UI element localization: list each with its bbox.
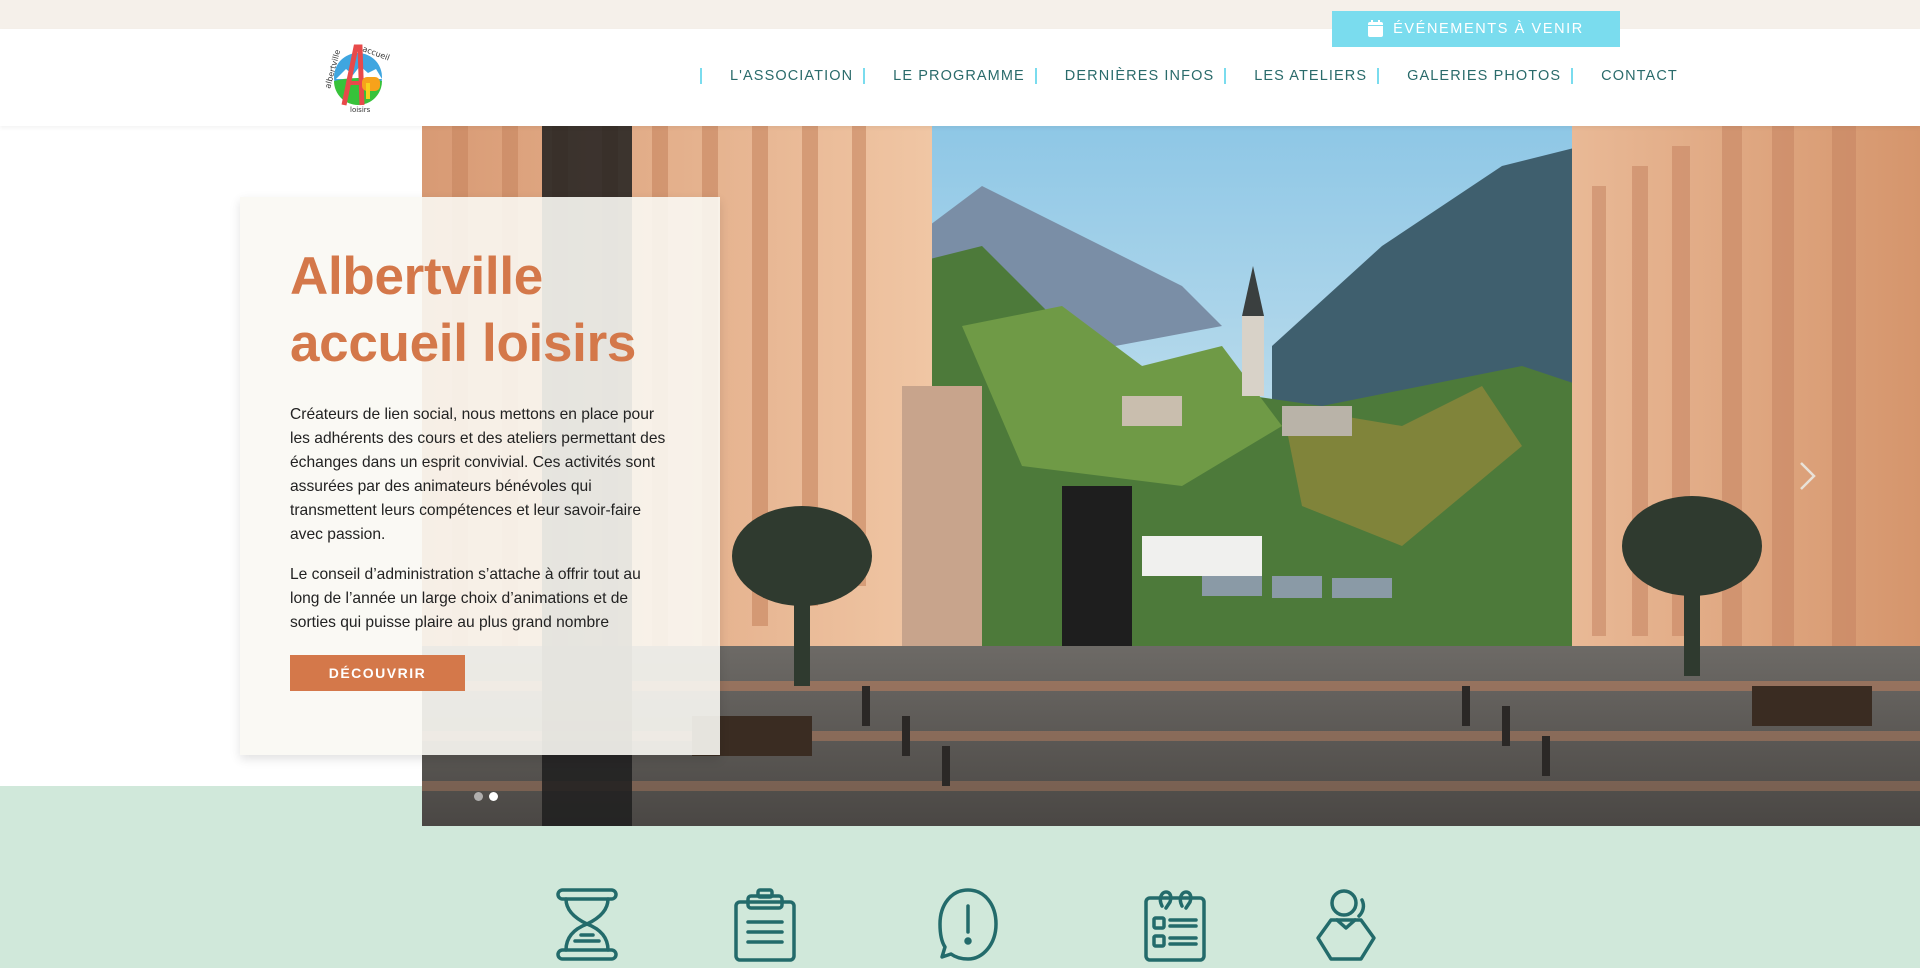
checklist-notepad-icon[interactable] <box>1144 888 1206 962</box>
main-nav: L'Association Le Programme Dernières inf… <box>700 62 1688 90</box>
nav-separator <box>700 68 702 84</box>
nav-item-ateliers[interactable]: Les Ateliers <box>1244 62 1377 90</box>
hero-title-line1: Albertville <box>290 247 543 306</box>
nav-item-programme[interactable]: Le Programme <box>883 62 1035 90</box>
nav-separator <box>1571 68 1574 84</box>
logo-graphic: accueil albertville loisirs <box>323 44 391 114</box>
hero-title: Albertville accueil loisirs <box>290 243 670 377</box>
nav-item-dernieres-infos[interactable]: Dernières infos <box>1055 62 1224 90</box>
hero-paragraph-1: Créateurs de lien social, nous mettons e… <box>290 406 666 543</box>
site-logo[interactable]: accueil albertville loisirs <box>320 39 392 115</box>
upcoming-events-button[interactable]: Événements à venir <box>1332 11 1620 47</box>
calendar-icon <box>1368 19 1384 37</box>
nav-separator <box>1224 68 1227 84</box>
top-bar <box>0 0 1920 29</box>
hero-paragraph-2: Le conseil d’administration s’attache à … <box>290 566 641 631</box>
upcoming-events-label: Événements à venir <box>1393 21 1584 37</box>
user-icon[interactable] <box>1315 888 1377 962</box>
nav-item-contact[interactable]: Contact <box>1591 62 1688 90</box>
features-icon-row <box>0 888 1920 968</box>
slider-dot-1[interactable] <box>474 792 483 801</box>
discover-button[interactable]: Découvrir <box>290 655 465 691</box>
speech-bubble-exclamation-icon[interactable] <box>937 888 999 962</box>
hero-title-line2: accueil loisirs <box>290 314 637 373</box>
slider-next-arrow[interactable] <box>1798 460 1818 492</box>
svg-text:loisirs: loisirs <box>350 106 371 114</box>
nav-separator <box>1034 68 1037 84</box>
hero-intro-card: Albertville accueil loisirs Créateurs de… <box>240 197 720 755</box>
slider-pagination <box>474 792 498 801</box>
clipboard-icon[interactable] <box>734 888 796 962</box>
nav-separator <box>863 68 866 84</box>
hourglass-icon[interactable] <box>556 888 618 962</box>
slider-dot-2[interactable] <box>489 792 498 801</box>
nav-item-galeries-photos[interactable]: Galeries photos <box>1397 62 1571 90</box>
chevron-right-icon <box>1800 462 1816 490</box>
nav-item-association[interactable]: L'Association <box>720 62 863 90</box>
nav-separator <box>1377 68 1380 84</box>
